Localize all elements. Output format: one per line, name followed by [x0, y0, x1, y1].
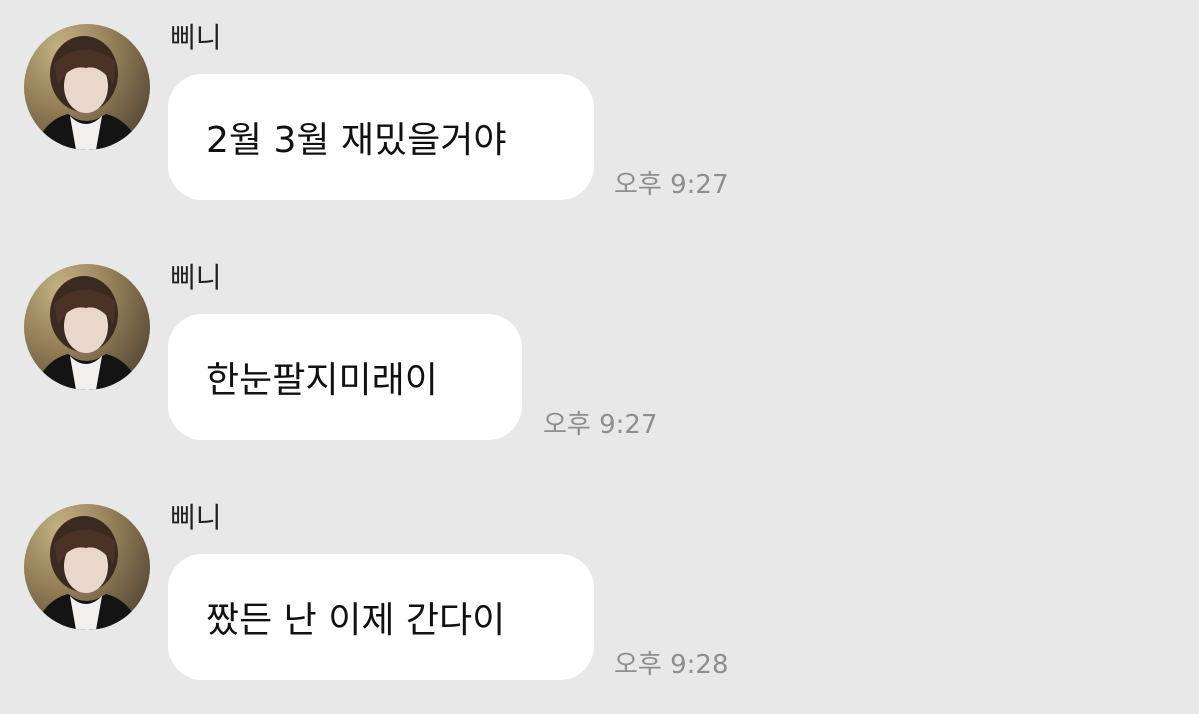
profile-photo-icon: [34, 516, 142, 630]
sender-name: 삐니: [170, 501, 222, 534]
message-item: 삐니 한눈팔지미래이 오후 9:27: [0, 261, 1199, 464]
message-text: 짰든 난 이제 간다이: [206, 600, 506, 641]
avatar[interactable]: [24, 24, 150, 150]
message-time: 오후 9:27: [614, 170, 729, 200]
sender-name: 삐니: [170, 21, 222, 54]
message-item: 삐니 2월 3월 재밌을거야 오후 9:27: [0, 21, 1199, 224]
profile-photo-icon: [34, 276, 142, 390]
message-time: 오후 9:28: [614, 650, 729, 680]
message-item: 삐니 짰든 난 이제 간다이 오후 9:28: [0, 501, 1199, 704]
message-bubble[interactable]: 짰든 난 이제 간다이: [168, 554, 594, 680]
avatar[interactable]: [24, 264, 150, 390]
message-time: 오후 9:27: [543, 410, 658, 440]
sender-name: 삐니: [170, 261, 222, 294]
message-bubble[interactable]: 2월 3월 재밌을거야: [168, 74, 594, 200]
avatar[interactable]: [24, 504, 150, 630]
profile-photo-icon: [34, 36, 142, 150]
message-text: 한눈팔지미래이: [206, 360, 438, 401]
message-bubble[interactable]: 한눈팔지미래이: [168, 314, 522, 440]
message-text: 2월 3월 재밌을거야: [206, 120, 507, 161]
